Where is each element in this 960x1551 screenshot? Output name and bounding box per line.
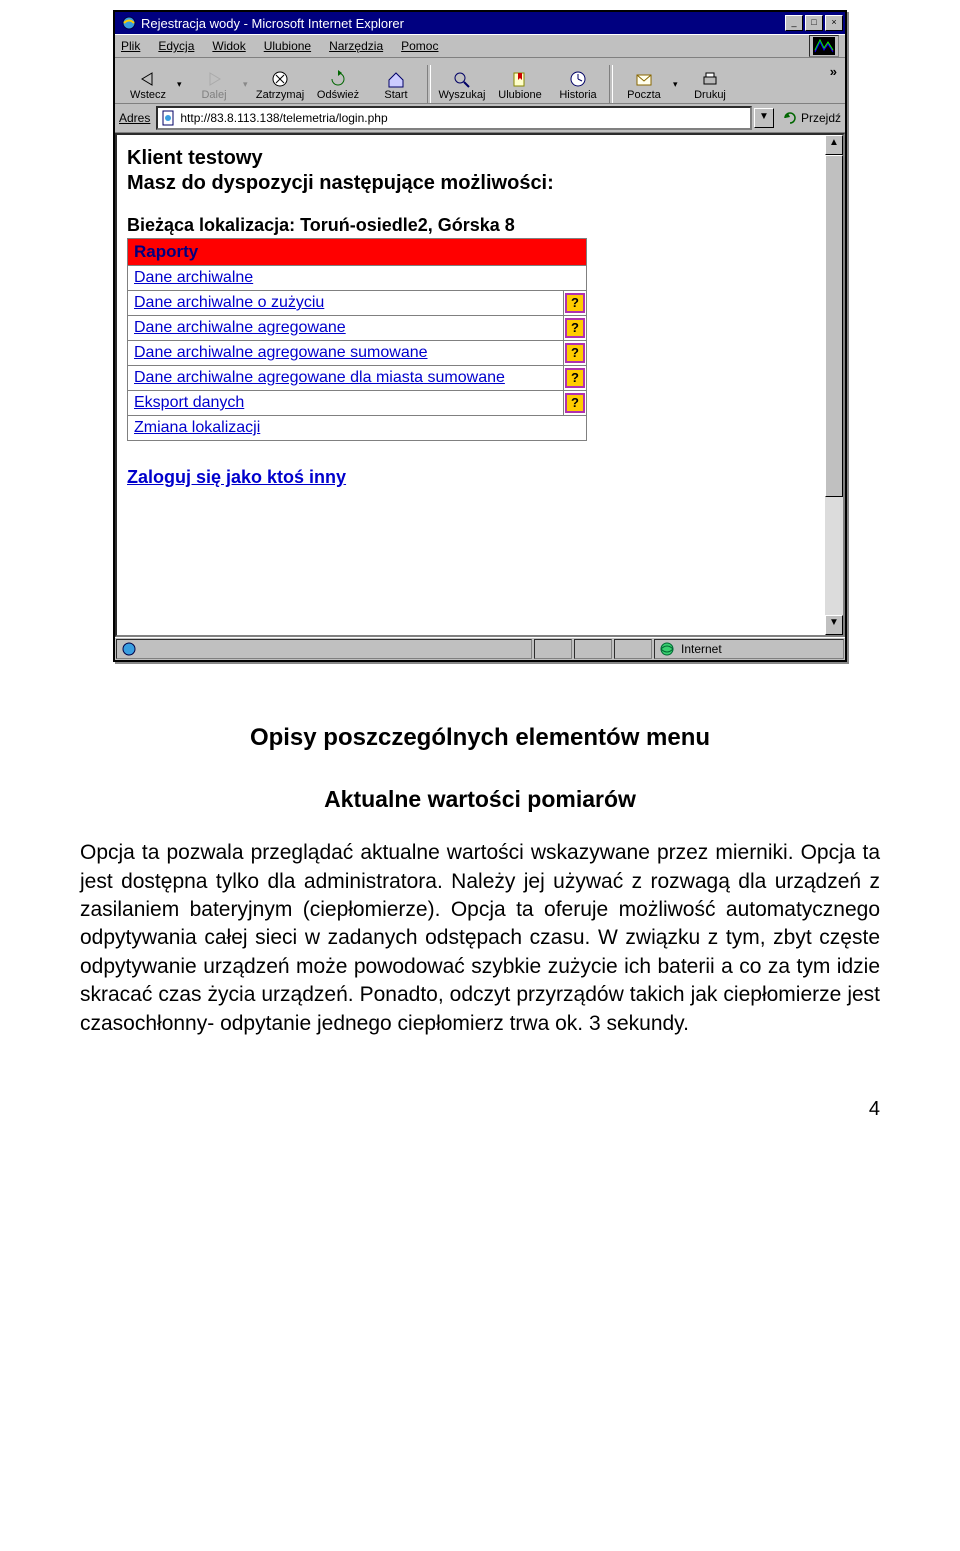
window-controls: _ □ × [785, 15, 843, 31]
table-row: Dane archiwalne agregowane sumowane ? [128, 341, 587, 366]
scroll-thumb[interactable] [825, 155, 843, 497]
menu-help[interactable]: Pomoc [401, 39, 438, 53]
stop-button[interactable]: Zatrzymaj [251, 59, 309, 103]
menu-link[interactable]: Dane archiwalne agregowane [134, 319, 346, 336]
ie-brand-icon [809, 35, 839, 57]
mail-icon [634, 70, 654, 88]
favorites-icon [510, 70, 530, 88]
menu-file[interactable]: Plik [121, 39, 140, 53]
print-button[interactable]: Drukuj [681, 59, 739, 103]
status-panel-2 [574, 639, 612, 659]
history-icon [568, 70, 588, 88]
history-button[interactable]: Historia [549, 59, 607, 103]
home-button[interactable]: Start [367, 59, 425, 103]
menu-header-row: Raporty [128, 239, 587, 266]
table-row: Dane archiwalne agregowane dla miasta su… [128, 366, 587, 391]
close-button[interactable]: × [825, 15, 843, 31]
help-icon[interactable]: ? [565, 293, 585, 313]
toolbar: Wstecz ▾ Dalej ▾ Zatrzymaj Odśwież Start… [115, 58, 845, 104]
menu-link[interactable]: Dane archiwalne [134, 269, 253, 286]
minimize-button[interactable]: _ [785, 15, 803, 31]
address-label: Adres [119, 111, 150, 125]
security-zone: Internet [654, 639, 844, 659]
vertical-scrollbar[interactable]: ▲ ▼ [825, 135, 843, 635]
status-panel-3 [614, 639, 652, 659]
scroll-track[interactable] [825, 155, 843, 615]
browser-window: Rejestracja wody - Microsoft Internet Ex… [113, 10, 847, 662]
back-button[interactable]: Wstecz [119, 59, 177, 103]
refresh-icon [328, 70, 348, 88]
page-subtitle: Masz do dyspozycji następujące możliwośc… [127, 172, 815, 195]
back-dropdown[interactable]: ▾ [177, 73, 185, 90]
toolbar-overflow[interactable]: » [830, 60, 837, 79]
status-panel-1 [534, 639, 572, 659]
help-icon[interactable]: ? [565, 368, 585, 388]
document-body: Opisy poszczególnych elementów menu Aktu… [80, 722, 880, 1038]
menu-link[interactable]: Eksport danych [134, 394, 244, 411]
title-bar: Rejestracja wody - Microsoft Internet Ex… [115, 12, 845, 34]
menu-link[interactable]: Dane archiwalne agregowane dla miasta su… [134, 369, 505, 386]
ie-icon [121, 15, 137, 31]
login-other-link[interactable]: Zaloguj się jako ktoś inny [127, 467, 346, 488]
ie-status-icon [121, 641, 137, 657]
favorites-button[interactable]: Ulubione [491, 59, 549, 103]
search-button[interactable]: Wyszukaj [433, 59, 491, 103]
help-icon[interactable]: ? [565, 318, 585, 338]
page-number: 4 [80, 1098, 880, 1121]
address-dropdown[interactable]: ▼ [754, 108, 774, 128]
menu-link[interactable]: Dane archiwalne agregowane sumowane [134, 344, 428, 361]
status-main [116, 639, 532, 659]
globe-icon [659, 641, 675, 657]
help-icon[interactable]: ? [565, 393, 585, 413]
refresh-button[interactable]: Odśwież [309, 59, 367, 103]
location-text: Bieżąca lokalizacja: Toruń-osiedle2, Gór… [127, 215, 815, 236]
page-icon [160, 110, 176, 126]
table-row: Dane archiwalne agregowane ? [128, 316, 587, 341]
menu-view[interactable]: Widok [212, 39, 245, 53]
menu-link[interactable]: Zmiana lokalizacji [134, 419, 260, 436]
window-title: Rejestracja wody - Microsoft Internet Ex… [141, 16, 785, 31]
scroll-up-button[interactable]: ▲ [825, 135, 843, 155]
help-icon[interactable]: ? [565, 343, 585, 363]
table-row: Dane archiwalne [128, 266, 587, 291]
mail-button[interactable]: Poczta [615, 59, 673, 103]
search-icon [452, 70, 472, 88]
menu-link[interactable]: Dane archiwalne o zużyciu [134, 294, 324, 311]
doc-heading-1: Opisy poszczególnych elementów menu [80, 722, 880, 754]
menu-edit[interactable]: Edycja [158, 39, 194, 53]
table-row: Dane archiwalne o zużyciu ? [128, 291, 587, 316]
address-text: http://83.8.113.138/telemetria/login.php [180, 111, 748, 125]
home-icon [386, 70, 406, 88]
page-content: Klient testowy Masz do dyspozycji następ… [117, 135, 825, 635]
client-title: Klient testowy [127, 147, 815, 170]
scroll-down-button[interactable]: ▼ [825, 615, 843, 635]
menu-table: Raporty Dane archiwalne Dane archiwalne … [127, 238, 587, 441]
address-input[interactable]: http://83.8.113.138/telemetria/login.php [156, 106, 752, 130]
table-row: Eksport danych ? [128, 391, 587, 416]
menu-bar: Plik Edycja Widok Ulubione Narzędzia Pom… [115, 34, 845, 58]
print-icon [700, 70, 720, 88]
stop-icon [270, 70, 290, 88]
go-button[interactable]: Przejdź [782, 110, 841, 126]
go-icon [782, 110, 798, 126]
table-row: Zmiana lokalizacji [128, 416, 587, 441]
content-area: Klient testowy Masz do dyspozycji następ… [115, 133, 845, 637]
menu-header-cell: Raporty [128, 239, 587, 266]
doc-heading-2: Aktualne wartości pomiarów [80, 784, 880, 815]
forward-button[interactable]: Dalej [185, 59, 243, 103]
maximize-button[interactable]: □ [805, 15, 823, 31]
doc-paragraph: Opcja ta pozwala przeglądać aktualne war… [80, 839, 880, 1037]
menu-tools[interactable]: Narzędzia [329, 39, 383, 53]
forward-icon [204, 70, 224, 88]
mail-dropdown[interactable]: ▾ [673, 73, 681, 90]
address-bar: Adres http://83.8.113.138/telemetria/log… [115, 104, 845, 133]
back-icon [138, 70, 158, 88]
forward-dropdown[interactable]: ▾ [243, 73, 251, 90]
menu-favorites[interactable]: Ulubione [264, 39, 311, 53]
status-bar: Internet [115, 637, 845, 660]
